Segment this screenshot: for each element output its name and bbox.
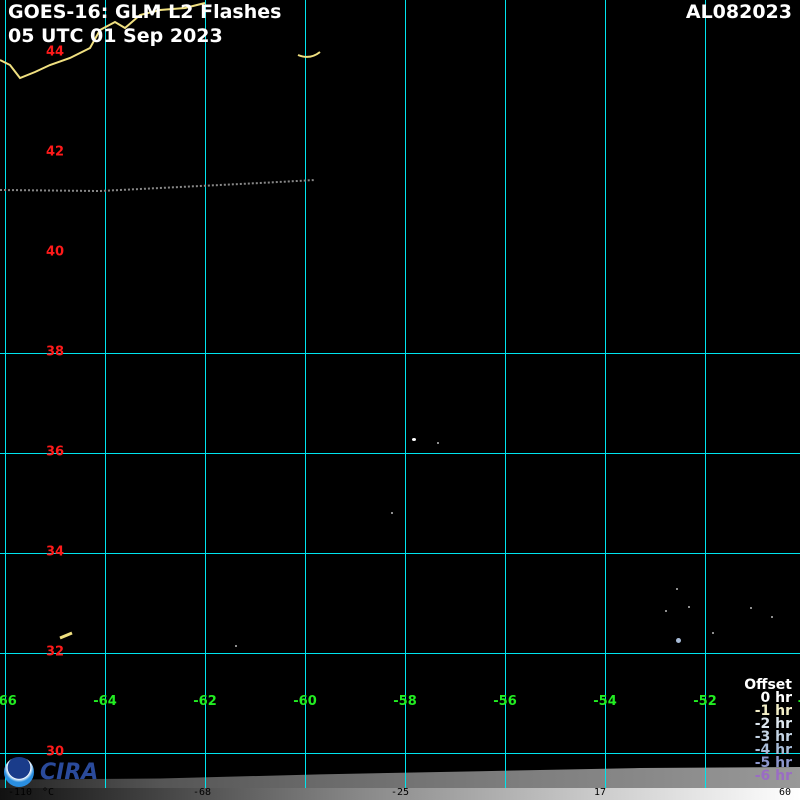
colorbar-label: -110 bbox=[7, 787, 33, 798]
product-title: GOES-16: GLM L2 Flashes bbox=[8, 1, 282, 23]
time-offset-legend: Offset 0 hr -1 hr -2 hr -3 hr -4 hr -5 h… bbox=[744, 678, 792, 784]
longitude-label: -62 bbox=[193, 694, 217, 709]
longitude-label: -66 bbox=[0, 694, 17, 709]
latitude-label: 38 bbox=[46, 344, 65, 360]
storm-id: AL082023 bbox=[685, 1, 792, 23]
longitude-label: -60 bbox=[293, 694, 317, 709]
latitude-label: 42 bbox=[46, 144, 65, 160]
lightning-flash bbox=[437, 442, 439, 444]
colorbar-label: -25 bbox=[390, 787, 410, 798]
longitude-label: -52 bbox=[693, 694, 717, 709]
lightning-flash bbox=[665, 610, 667, 612]
lightning-flash bbox=[391, 512, 393, 514]
colorbar-label: 60 bbox=[778, 787, 792, 798]
colorbar-unit: °C bbox=[41, 787, 55, 798]
legend-item: -6 hr bbox=[754, 768, 792, 784]
longitude-label: -64 bbox=[93, 694, 117, 709]
noaa-logo bbox=[4, 757, 34, 787]
lightning-flash bbox=[688, 606, 690, 608]
coastline-overlay bbox=[0, 2, 321, 640]
longitude-label: -58 bbox=[393, 694, 417, 709]
map-view: 44 42 40 38 36 34 32 30 -66 -64 -62 -60 … bbox=[0, 0, 800, 800]
cira-logo: CIRA bbox=[40, 759, 99, 785]
lightning-flash bbox=[750, 607, 752, 609]
lightning-flash bbox=[676, 588, 678, 590]
timestamp: 05 UTC 01 Sep 2023 bbox=[8, 25, 223, 47]
lightning-flash bbox=[771, 616, 773, 618]
colorbar-label: -68 bbox=[192, 787, 212, 798]
lightning-flash bbox=[712, 632, 714, 634]
lightning-flash bbox=[676, 638, 681, 643]
logos: CIRA bbox=[4, 757, 98, 787]
latitude-label: 40 bbox=[46, 244, 65, 260]
latitude-label: 36 bbox=[46, 444, 65, 460]
latitude-label: 34 bbox=[46, 544, 65, 560]
longitude-label: -56 bbox=[493, 694, 517, 709]
latitude-label: 32 bbox=[46, 644, 65, 660]
lightning-flash bbox=[235, 645, 237, 647]
lightning-flash bbox=[412, 438, 416, 441]
colorbar-label: 17 bbox=[593, 787, 607, 798]
longitude-label: -54 bbox=[593, 694, 617, 709]
